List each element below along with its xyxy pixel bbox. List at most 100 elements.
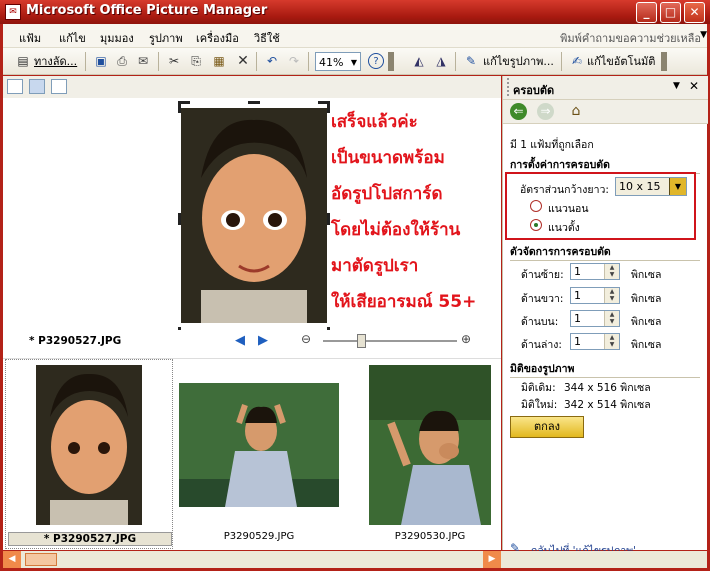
portrait-radio[interactable] [530, 219, 542, 231]
home-icon[interactable]: ⌂ [567, 102, 585, 120]
send-email-icon[interactable]: ✉ [135, 53, 151, 69]
scrollbar-thumb[interactable] [25, 553, 57, 566]
task-pane: ครอบตัด ▼ ✕ ⇐ ⇒ ⌂ มี 1 แฟ้มที่ถูกเลือก ก… [502, 76, 708, 557]
thumbnail-label: * P3290527.JPG [8, 532, 172, 546]
pane-menu-dropdown-icon[interactable]: ▼ [673, 81, 680, 91]
thumbnail-item[interactable]: P3290530.JPG [369, 365, 491, 542]
toolbar-separator [455, 52, 456, 71]
new-size-value: 342 x 514 พิกเซล [564, 399, 651, 411]
shortcut-button[interactable]: ทางลัด... [34, 52, 77, 71]
selection-info: มี 1 แฟ้มที่ถูกเลือก [510, 139, 594, 151]
next-picture-icon[interactable]: ▶ [258, 333, 268, 348]
help-dropdown-icon[interactable]: ▼ [700, 30, 707, 40]
filmstrip-view-icon[interactable] [29, 79, 45, 94]
picture-preview: เสร็จแล้วค่ะ เป็นขนาดพร้อม อัดรูปโปสการ์… [3, 98, 501, 339]
margin-left-unit: พิกเซล [631, 269, 662, 281]
toolbar-separator [158, 52, 159, 71]
horizontal-scrollbar[interactable]: ◀ ▶ [3, 551, 707, 568]
print-icon[interactable]: ⎙ [114, 53, 130, 69]
main-photo[interactable] [181, 108, 327, 323]
crop-handle-top[interactable] [248, 101, 260, 104]
help-icon[interactable]: ? [368, 53, 384, 69]
crop-handle-top-right[interactable] [327, 101, 330, 113]
scroll-right-icon[interactable]: ▶ [483, 551, 501, 568]
menu-tools[interactable]: เครื่องมือ [196, 29, 239, 47]
maximize-button[interactable]: □ [660, 2, 681, 23]
toolbar-overflow-icon[interactable] [388, 52, 394, 71]
scroll-left-icon[interactable]: ◀ [3, 551, 21, 568]
menu-file[interactable]: แฟ้ม [19, 29, 41, 47]
margin-left-stepper[interactable]: 1 ▲ ▼ [570, 263, 620, 280]
zoom-out-icon[interactable]: ⊖ [301, 332, 311, 346]
auto-correct-icon: ✍ [571, 54, 583, 68]
previous-picture-icon[interactable]: ◀ [235, 333, 245, 348]
margin-top-stepper[interactable]: 1 ▲ ▼ [570, 310, 620, 327]
margin-bottom-stepper[interactable]: 1 ▲ ▼ [570, 333, 620, 350]
margin-bottom-unit: พิกเซล [631, 339, 662, 351]
aspect-ratio-dropdown-icon[interactable]: ▼ [669, 178, 686, 195]
pane-grip[interactable] [507, 78, 509, 96]
menu-picture[interactable]: รูปภาพ [149, 29, 183, 47]
copy-icon[interactable]: ⎘ [188, 53, 204, 69]
margin-top-label: ด้านบน: [521, 316, 559, 328]
menu-view[interactable]: มุมมอง [100, 29, 134, 47]
spin-arrows-icon[interactable]: ▲ ▼ [604, 264, 619, 279]
toolbar-separator [561, 52, 562, 71]
shortcut-icon: ▤ [17, 54, 29, 68]
menu-edit[interactable]: แก้ไข [59, 29, 86, 47]
back-icon[interactable]: ⇐ [510, 103, 527, 120]
save-icon[interactable]: ▣ [93, 53, 109, 69]
landscape-label: แนวนอน [548, 203, 589, 215]
spin-arrows-icon[interactable]: ▲ ▼ [604, 334, 619, 349]
margin-right-stepper[interactable]: 1 ▲ ▼ [570, 287, 620, 304]
thumbnail-item[interactable]: P3290529.JPG [179, 383, 339, 542]
undo-icon[interactable]: ↶ [264, 53, 280, 69]
spin-arrows-icon[interactable]: ▲ ▼ [604, 311, 619, 326]
toolbar-separator [85, 52, 86, 71]
toolbar-separator [256, 52, 257, 71]
delete-icon[interactable]: ✕ [235, 53, 251, 69]
cut-icon[interactable]: ✂ [166, 53, 182, 69]
edit-pictures-button[interactable]: แก้ไขรูปภาพ... [483, 52, 554, 71]
thumbnail-item[interactable]: * P3290527.JPG [5, 359, 173, 549]
zoom-dropdown-icon[interactable]: ▼ [351, 53, 357, 72]
overlay-line: เสร็จแล้วค่ะ [331, 112, 418, 132]
margin-left-value: 1 [574, 265, 581, 278]
forward-icon[interactable]: ⇒ [537, 103, 554, 120]
zoom-in-icon[interactable]: ⊕ [461, 332, 471, 346]
task-pane-header: ครอบตัด ▼ ✕ [503, 76, 708, 100]
preview-filename: * P3290527.JPG [29, 335, 122, 347]
thumbnail-view-icon[interactable] [7, 79, 23, 94]
aspect-ratio-select[interactable]: 10 x 15 ▼ [615, 177, 687, 196]
crop-handle-top-left[interactable] [178, 101, 181, 113]
minimize-button[interactable]: _ [636, 2, 657, 23]
title-bar: ✉ Microsoft Office Picture Manager _ □ ✕ [0, 0, 710, 24]
zoom-slider-thumb[interactable] [357, 334, 366, 348]
dimensions-heading: มิติของรูปภาพ [510, 360, 700, 378]
ok-button[interactable]: ตกลง [510, 416, 584, 438]
overlay-line: อัดรูปโปสการ์ด [331, 184, 443, 204]
main-content: เสร็จแล้วค่ะ เป็นขนาดพร้อม อัดรูปโปสการ์… [3, 76, 501, 550]
single-picture-view-icon[interactable] [51, 79, 67, 94]
auto-correct-button[interactable]: แก้ไขอัตโนมัติ [587, 52, 655, 71]
zoom-slider-track[interactable] [323, 340, 457, 342]
spin-arrows-icon[interactable]: ▲ ▼ [604, 288, 619, 303]
paste-icon[interactable]: ▦ [211, 53, 227, 69]
menu-help[interactable]: วิธีใช้ [254, 29, 280, 47]
crop-handle-right[interactable] [327, 213, 330, 225]
overlay-caption: เสร็จแล้วค่ะ เป็นขนาดพร้อม อัดรูปโปสการ์… [331, 104, 506, 320]
aspect-ratio-label: อัตราส่วนกว้างยาว: [520, 184, 609, 196]
close-button[interactable]: ✕ [684, 2, 705, 23]
crop-handles-heading: ตัวจัดการการครอบตัด [510, 243, 700, 261]
toolbar-overflow-icon[interactable] [661, 52, 667, 71]
help-search-box[interactable]: พิมพ์คำถามขอความช่วยเหลือ [560, 29, 701, 47]
original-size-label: มิติเดิม: [521, 382, 556, 394]
zoom-select[interactable]: 41% ▼ [315, 52, 361, 71]
pane-close-icon[interactable]: ✕ [689, 79, 699, 93]
landscape-radio[interactable] [530, 200, 542, 212]
rotate-left-icon[interactable]: ◭ [411, 53, 427, 69]
crop-handle-left[interactable] [178, 213, 181, 225]
redo-icon[interactable]: ↷ [286, 53, 302, 69]
margin-bottom-value: 1 [574, 335, 581, 348]
rotate-right-icon[interactable]: ◮ [433, 53, 449, 69]
